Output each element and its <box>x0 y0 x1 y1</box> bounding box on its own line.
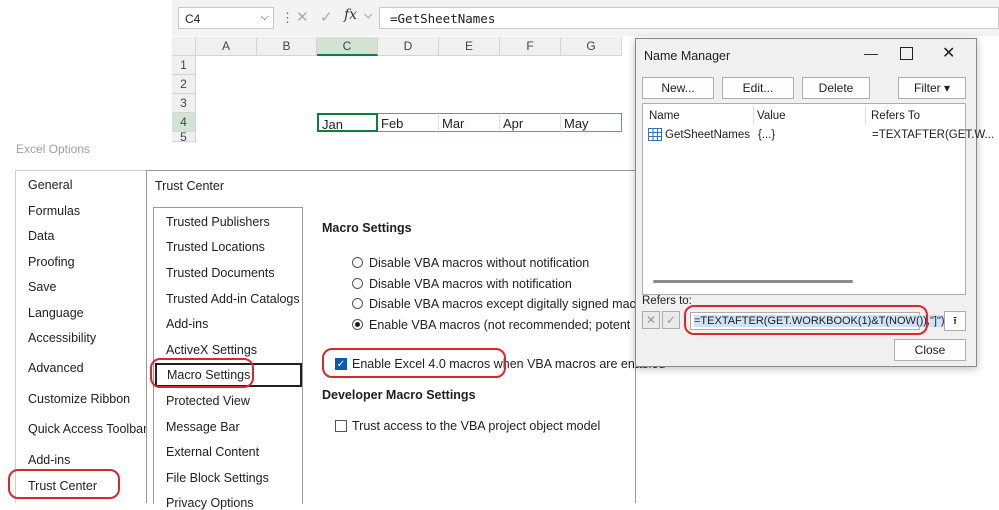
tc-nav-external-content[interactable]: External Content <box>166 445 259 459</box>
name-box-value: C4 <box>185 12 201 26</box>
table-row[interactable]: GetSheetNames {...} =TEXTAFTER(GET.W... <box>644 126 994 144</box>
name-box[interactable]: C4 ⌵ <box>178 7 274 29</box>
row-name: GetSheetNames <box>665 129 751 141</box>
developer-macro-settings-heading: Developer Macro Settings <box>322 388 476 402</box>
tc-nav-trusted-locations[interactable]: Trusted Locations <box>166 240 265 254</box>
tc-nav-trusted-publishers[interactable]: Trusted Publishers <box>166 215 270 229</box>
cancel-icon[interactable]: ✕ <box>296 8 309 26</box>
new-button[interactable]: New... <box>642 77 714 99</box>
names-list: Name Value Refers To GetSheetNames {...}… <box>642 103 994 295</box>
header-name[interactable]: Name <box>649 110 680 122</box>
row-header[interactable]: 5 <box>172 132 196 142</box>
tc-nav-file-block-settings[interactable]: File Block Settings <box>166 471 269 485</box>
cell-e4[interactable]: Mar <box>439 113 500 132</box>
named-range-icon <box>648 128 662 141</box>
minimize-icon[interactable]: — <box>864 45 878 61</box>
radio-label: Disable VBA macros except digitally sign… <box>369 297 654 311</box>
insert-function-icon[interactable]: fx <box>344 7 357 23</box>
excel-options-title: Excel Options <box>16 142 91 156</box>
macro-settings-heading: Macro Settings <box>322 221 412 235</box>
confirm-edit-icon[interactable]: ✓ <box>662 311 680 329</box>
formula-bar: C4 ⌵ ⋮ ✕ ✓ fx ⌵ =GetSheetNames <box>172 0 999 36</box>
more-vertical-icon: ⋮ <box>281 10 294 25</box>
header-refers-to[interactable]: Refers To <box>871 110 920 122</box>
formula-input[interactable]: =GetSheetNames <box>379 7 999 29</box>
refers-to-label: Refers to: <box>642 295 692 307</box>
cell-f4[interactable]: Apr <box>500 113 561 132</box>
row-value: {...} <box>758 129 776 141</box>
column-header[interactable]: F <box>500 37 561 56</box>
column-header[interactable]: E <box>439 37 500 56</box>
tc-nav-protected-view[interactable]: Protected View <box>166 394 250 408</box>
check-icon[interactable]: ✓ <box>320 8 333 26</box>
tc-nav-privacy-options[interactable]: Privacy Options <box>166 496 254 510</box>
tc-nav-activex-settings[interactable]: ActiveX Settings <box>166 343 257 357</box>
radio-disable-no-notify[interactable] <box>352 257 363 268</box>
nav-language[interactable]: Language <box>28 306 84 320</box>
formula-text: =GetSheetNames <box>390 11 496 26</box>
trust-center-nav: Trusted Publishers Trusted Locations Tru… <box>153 207 303 510</box>
column-header[interactable]: G <box>561 37 622 56</box>
column-header[interactable]: D <box>378 37 439 56</box>
column-divider <box>753 106 754 124</box>
column-header[interactable]: B <box>257 37 317 56</box>
column-divider <box>865 106 866 124</box>
column-header[interactable]: C <box>317 37 378 56</box>
column-header[interactable]: A <box>196 37 257 56</box>
nav-formulas[interactable]: Formulas <box>28 204 80 218</box>
select-all-corner[interactable] <box>172 37 196 56</box>
name-manager-dialog: Name Manager — ✕ New... Edit... Delete F… <box>635 38 994 367</box>
collapse-dialog-icon[interactable]: ⭱ <box>944 311 966 331</box>
nav-data[interactable]: Data <box>28 229 54 243</box>
horizontal-scrollbar[interactable] <box>653 280 853 283</box>
trust-center-dialog: Trust Center Trusted Publishers Trusted … <box>146 170 665 510</box>
row-refers-to: =TEXTAFTER(GET.W... <box>872 129 995 141</box>
tc-nav-message-bar[interactable]: Message Bar <box>166 420 240 434</box>
nav-general[interactable]: General <box>28 178 72 192</box>
header-value[interactable]: Value <box>757 110 786 122</box>
tc-nav-trusted-documents[interactable]: Trusted Documents <box>166 266 275 280</box>
row-header[interactable]: 4 <box>172 113 196 132</box>
annotation-ring-trust-center <box>8 469 120 499</box>
radio-disable-notify[interactable] <box>352 278 363 289</box>
close-icon[interactable]: ✕ <box>942 43 955 63</box>
cell-d4[interactable]: Feb <box>378 113 439 132</box>
tc-nav-add-ins[interactable]: Add-ins <box>166 317 208 331</box>
cell-c4[interactable]: Jan <box>317 113 378 132</box>
trust-vba-checkbox[interactable] <box>335 420 347 432</box>
close-button[interactable]: Close <box>894 339 966 361</box>
nav-save[interactable]: Save <box>28 280 57 294</box>
radio-label: Enable VBA macros (not recommended; pote… <box>369 318 631 332</box>
row-header[interactable]: 2 <box>172 75 196 94</box>
annotation-ring-excel4 <box>322 348 506 378</box>
row-header[interactable]: 1 <box>172 56 196 75</box>
maximize-icon[interactable] <box>900 47 913 60</box>
trust-vba-label: Trust access to the VBA project object m… <box>352 419 601 433</box>
nav-add-ins[interactable]: Add-ins <box>28 453 70 467</box>
radio-disable-except-signed[interactable] <box>352 298 363 309</box>
tc-nav-trusted-add-in-catalogs[interactable]: Trusted Add-in Catalogs <box>166 292 300 306</box>
cell-g4[interactable]: May <box>561 113 622 132</box>
row-header[interactable]: 3 <box>172 94 196 113</box>
nav-advanced[interactable]: Advanced <box>28 361 84 375</box>
delete-button[interactable]: Delete <box>802 77 870 99</box>
nav-proofing[interactable]: Proofing <box>28 255 75 269</box>
annotation-ring-macro-settings <box>150 358 254 388</box>
annotation-ring-refers-to <box>684 305 928 335</box>
cancel-edit-icon[interactable]: ✕ <box>642 311 660 329</box>
nav-quick-access-toolbar[interactable]: Quick Access Toolbar <box>28 422 147 436</box>
radio-label: Disable VBA macros without notification <box>369 256 590 270</box>
radio-label: Disable VBA macros with notification <box>369 277 572 291</box>
nav-accessibility[interactable]: Accessibility <box>28 331 96 345</box>
chevron-down-icon[interactable]: ⌵ <box>261 11 269 24</box>
name-manager-title: Name Manager <box>644 49 731 63</box>
excel-options-nav: General Formulas Data Proofing Save Lang… <box>15 170 150 503</box>
chevron-down-icon[interactable]: ⌵ <box>364 9 372 22</box>
radio-enable-vba[interactable] <box>352 319 363 330</box>
nav-customize-ribbon[interactable]: Customize Ribbon <box>28 392 130 406</box>
filter-button[interactable]: Filter ▾ <box>898 77 966 99</box>
trust-center-title: Trust Center <box>155 179 225 193</box>
edit-button[interactable]: Edit... <box>722 77 794 99</box>
